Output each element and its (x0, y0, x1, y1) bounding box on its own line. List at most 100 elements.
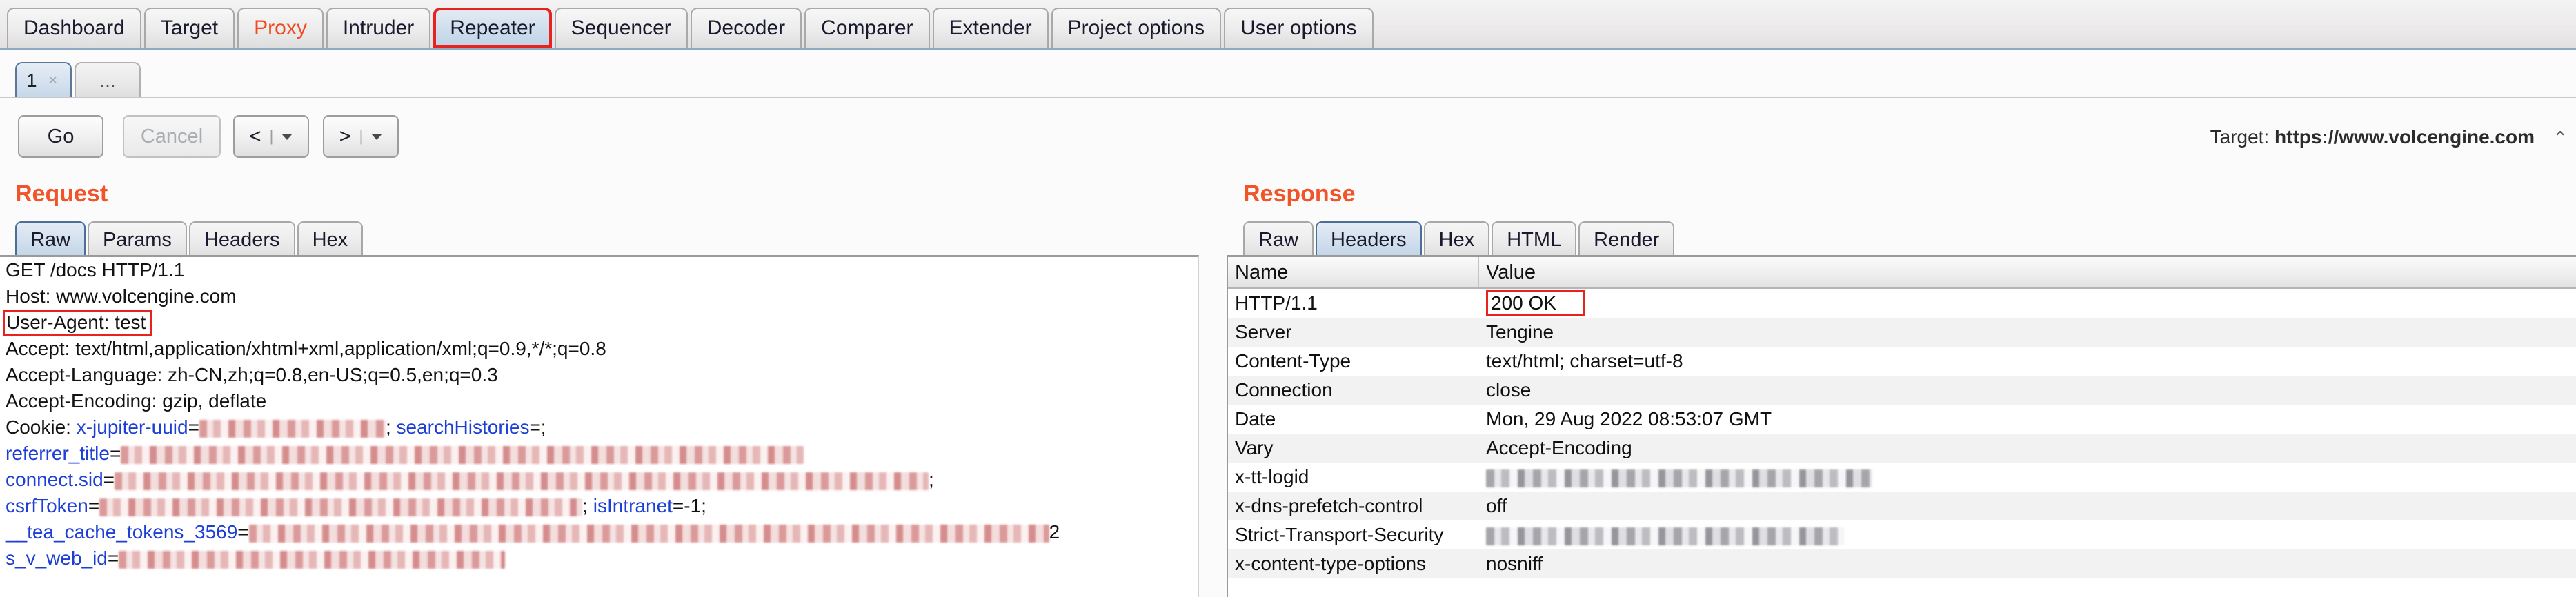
tab-label: Params (103, 228, 172, 251)
cancel-button[interactable]: Cancel (123, 115, 221, 158)
tab-label: Raw (30, 228, 71, 251)
redacted-cookie-value (119, 550, 506, 569)
response-tab-hex[interactable]: Hex (1423, 221, 1490, 257)
response-header-row[interactable]: HTTP/1.1 200 OK (1228, 289, 2576, 318)
history-forward-button[interactable]: > | (323, 115, 399, 158)
column-header-value[interactable]: Value (1479, 257, 2576, 287)
main-tab-repeater[interactable]: Repeater (433, 8, 553, 48)
main-tab-decoder[interactable]: Decoder (690, 8, 802, 48)
response-header-value-cell: off (1479, 492, 2576, 520)
back-arrow-icon: < (249, 125, 261, 148)
main-tab-comparer[interactable]: Comparer (804, 8, 930, 48)
main-tab-bar: Dashboard Target Proxy Intruder Repeater Sequ… (0, 0, 2576, 50)
response-header-name: Strict-Transport-Security (1235, 524, 1444, 545)
repeater-subtab-1[interactable]: 1 × (15, 62, 72, 98)
button-separator: | (359, 128, 364, 145)
chevron-down-icon[interactable] (371, 133, 383, 140)
response-header-value-cell: Tengine (1479, 318, 2576, 346)
burp-suite-window: Dashboard Target Proxy Intruder Repeater Sequ… (0, 0, 2576, 597)
cookie-key: searchHistories (396, 416, 530, 438)
highlighted-request-header: User-Agent: test (3, 310, 152, 336)
response-header-value: close (1486, 379, 1532, 401)
response-header-row[interactable]: x-content-type-options nosniff (1228, 549, 2576, 578)
main-tab-proxy[interactable]: Proxy (237, 8, 324, 48)
response-header-value-cell: 200 OK (1479, 290, 2576, 317)
request-line: csrfToken=; isIntranet=-1; (0, 493, 1198, 519)
response-headers-table[interactable]: Name Value HTTP/1.1 200 OK Server Tengine Cont… (1227, 255, 2576, 597)
response-tab-render[interactable]: Render (1578, 221, 1675, 257)
response-header-value-cell: Accept-Encoding (1479, 434, 2576, 462)
subtab-label: 1 (26, 70, 37, 91)
response-header-value: Tengine (1486, 321, 1554, 343)
request-line-text: Host: www.volcengine.com (6, 285, 237, 307)
response-header-value-cell: close (1479, 376, 2576, 404)
response-header-row[interactable]: Content-Type text/html; charset=utf-8 (1228, 347, 2576, 376)
highlighted-status-value: 200 OK (1486, 290, 1585, 316)
request-tab-headers[interactable]: Headers (188, 221, 295, 257)
tab-label: Raw (1258, 228, 1299, 251)
repeater-subtab-more[interactable]: ... (75, 62, 141, 98)
request-tab-params[interactable]: Params (88, 221, 187, 257)
response-header-value-cell: text/html; charset=utf-8 (1479, 347, 2576, 375)
main-tab-label: Sequencer (571, 17, 671, 39)
response-header-row[interactable]: Strict-Transport-Security (1228, 520, 2576, 549)
request-line-suffix: ; (929, 469, 934, 490)
response-header-name: Connection (1235, 379, 1333, 401)
main-tab-label: Project options (1067, 17, 1205, 39)
response-header-row[interactable]: Server Tengine (1228, 318, 2576, 347)
main-tab-label: Intruder (342, 17, 415, 39)
response-header-row[interactable]: x-tt-logid (1228, 463, 2576, 492)
main-tab-user-options[interactable]: User options (1224, 8, 1374, 48)
cookie-equals: =; (529, 416, 546, 438)
tab-label: Headers (1331, 228, 1407, 251)
request-raw-editor[interactable]: GET /docs HTTP/1.1 Host: www.volcengine.c… (0, 255, 1199, 597)
response-header-row[interactable]: Connection close (1228, 376, 2576, 405)
tab-label: Render (1594, 228, 1660, 251)
main-tab-label: Extender (949, 17, 1032, 39)
main-tab-sequencer[interactable]: Sequencer (554, 8, 688, 48)
response-header-row[interactable]: x-dns-prefetch-control off (1228, 492, 2576, 520)
go-button[interactable]: Go (18, 115, 103, 158)
main-tab-target[interactable]: Target (143, 8, 235, 48)
history-back-button[interactable]: < | (233, 115, 309, 158)
forward-arrow-icon: > (339, 125, 351, 148)
tab-label: HTML (1507, 228, 1562, 251)
response-header-value: Mon, 29 Aug 2022 08:53:07 GMT (1486, 408, 1772, 429)
response-header-value: Accept-Encoding (1486, 437, 1632, 458)
response-header-name: x-tt-logid (1235, 466, 1309, 487)
request-tab-hex[interactable]: Hex (297, 221, 364, 257)
main-tab-label: Comparer (821, 17, 913, 39)
request-tab-raw[interactable]: Raw (15, 221, 86, 257)
cookie-equals: = (88, 495, 100, 516)
redacted-header-value (1486, 527, 1845, 545)
response-header-name: x-dns-prefetch-control (1235, 495, 1423, 516)
response-tab-headers[interactable]: Headers (1316, 221, 1422, 257)
close-icon[interactable]: × (48, 71, 58, 90)
response-header-row[interactable]: Vary Accept-Encoding (1228, 434, 2576, 463)
main-tab-extender[interactable]: Extender (932, 8, 1049, 48)
cookie-key: x-jupiter-uuid (76, 416, 188, 438)
column-header-name[interactable]: Name (1228, 257, 1479, 287)
cookie-equals: = (109, 443, 121, 464)
response-header-name: Date (1235, 408, 1276, 429)
response-panel-title: Response (1243, 181, 1356, 207)
collapse-chevron-icon[interactable]: ⌃ (2553, 128, 2568, 149)
chevron-down-icon[interactable] (281, 133, 293, 140)
request-line: referrer_title= (0, 441, 1198, 467)
main-tab-intruder[interactable]: Intruder (326, 8, 431, 48)
response-tab-html[interactable]: HTML (1492, 221, 1577, 257)
response-header-name: x-content-type-options (1235, 553, 1427, 574)
redacted-cookie-value (121, 445, 804, 464)
subtab-label: ... (99, 70, 116, 91)
response-header-name: Vary (1235, 437, 1274, 458)
cookie-equals: =-1; (672, 495, 706, 516)
main-tab-label: Proxy (254, 17, 307, 39)
main-tab-dashboard[interactable]: Dashboard (7, 8, 141, 48)
response-header-row[interactable]: Date Mon, 29 Aug 2022 08:53:07 GMT (1228, 405, 2576, 434)
repeater-toolbar: Go Cancel < | > | Target: https://www.vo… (0, 107, 2576, 165)
main-tab-project-options[interactable]: Project options (1051, 8, 1222, 48)
main-tab-label: Target (160, 17, 219, 39)
response-tab-raw[interactable]: Raw (1243, 221, 1314, 257)
cookie-key: isIntranet (593, 495, 673, 516)
response-tab-row: Raw Headers Hex HTML Render (1243, 217, 1676, 257)
